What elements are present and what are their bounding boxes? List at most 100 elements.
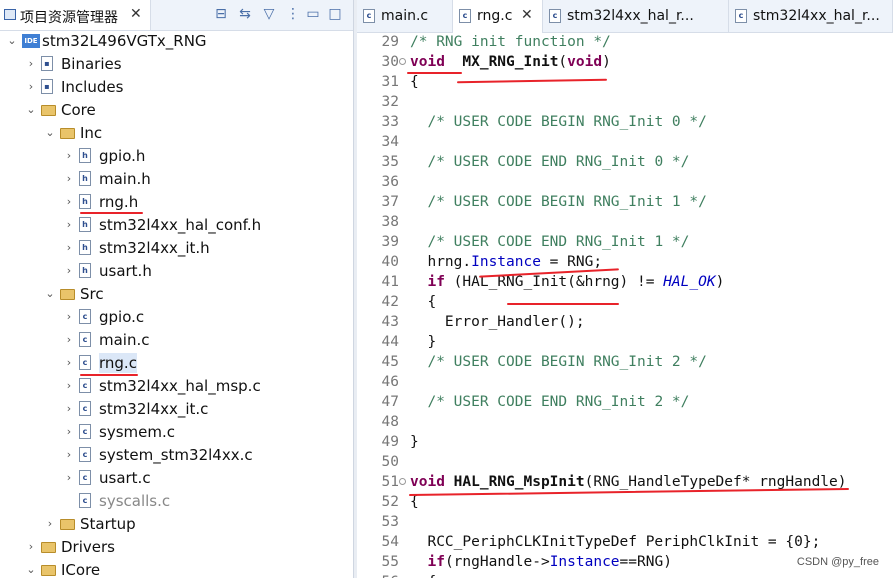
editor-tab-label: main.c <box>381 8 429 24</box>
chevron-right-icon[interactable]: › <box>63 448 75 462</box>
header-file-icon: h <box>79 194 95 210</box>
tree-item[interactable]: › c main.c <box>0 329 353 351</box>
tree-item[interactable]: ⌄ Src <box>0 283 353 305</box>
code-text: Error_Handler(); <box>410 314 585 330</box>
chevron-down-icon[interactable]: ⌄ <box>6 34 18 48</box>
tree-item[interactable]: › c stm32l4xx_it.c <box>0 398 353 420</box>
chevron-down-icon[interactable]: ⌄ <box>25 103 37 117</box>
code-text: { <box>410 572 436 578</box>
fold-toggle-icon[interactable] <box>399 58 406 65</box>
view-menu-icon[interactable]: ⋮ <box>284 5 302 23</box>
editor-tab[interactable]: c stm32l4xx_hal_r... <box>729 0 893 32</box>
tree-item[interactable]: › ▪ Includes <box>0 76 353 98</box>
tree-item-label: usart.c <box>99 469 151 487</box>
tree-item[interactable]: › h stm32l4xx_it.h <box>0 237 353 259</box>
chevron-right-icon[interactable]: › <box>63 264 75 278</box>
close-icon[interactable]: ✕ <box>130 6 142 22</box>
line-number: 47 <box>381 394 399 410</box>
line-number: 38 <box>381 214 399 230</box>
chevron-down-icon[interactable]: ⌄ <box>25 563 37 577</box>
code-line: 44 } <box>357 332 893 352</box>
chevron-right-icon[interactable]: › <box>25 80 37 94</box>
tree-item[interactable]: › h main.h <box>0 168 353 190</box>
close-icon[interactable]: ✕ <box>521 7 533 23</box>
editor-tab[interactable]: c main.c <box>357 0 453 32</box>
tree-item-label: main.h <box>99 170 151 188</box>
header-file-icon: h <box>79 148 95 164</box>
chevron-right-icon[interactable]: › <box>63 195 75 209</box>
code-text: } <box>410 334 437 350</box>
annotation-underline-hal-rng-init <box>507 303 619 305</box>
line-number: 37 <box>381 194 399 210</box>
tree-item[interactable]: › Drivers <box>0 536 353 558</box>
link-editor-icon[interactable]: ⇆ <box>236 5 254 23</box>
tree-item[interactable]: › h rng.h <box>0 191 353 213</box>
tree-item[interactable]: › c stm32l4xx_hal_msp.c <box>0 375 353 397</box>
tree-item[interactable]: › c sysmem.c <box>0 421 353 443</box>
filter-icon[interactable]: ▽ <box>260 5 278 23</box>
ide-project-icon: IDE <box>22 33 40 49</box>
maximize-icon[interactable]: □ <box>326 5 344 23</box>
tree-item[interactable]: ⌄ Core <box>0 99 353 121</box>
code-text: hrng.Instance = RNG; <box>410 254 603 270</box>
tree-item-label: gpio.h <box>99 147 146 165</box>
code-line: 38 <box>357 212 893 232</box>
chevron-right-icon[interactable]: › <box>25 540 37 554</box>
chevron-right-icon[interactable]: › <box>63 241 75 255</box>
chevron-right-icon[interactable]: › <box>63 471 75 485</box>
tree-item[interactable]: › h usart.h <box>0 260 353 282</box>
c-file-icon: c <box>79 470 95 486</box>
tree-item[interactable]: › c gpio.c <box>0 306 353 328</box>
chevron-right-icon[interactable]: › <box>25 57 37 71</box>
editor-tab[interactable]: c rng.c ✕ <box>453 0 543 33</box>
tree-item[interactable]: › ▪ Binaries <box>0 53 353 75</box>
code-line: 29 /* RNG init function */ <box>357 32 893 52</box>
chevron-down-icon[interactable]: ⌄ <box>44 287 56 301</box>
annotation-underline-rng-h <box>80 212 143 214</box>
fold-toggle-icon[interactable] <box>399 478 406 485</box>
tree-item[interactable]: › h stm32l4xx_hal_conf.h <box>0 214 353 236</box>
tree-item[interactable]: c syscalls.c <box>0 490 353 512</box>
line-number: 43 <box>381 314 399 330</box>
tree-item[interactable]: › c rng.c <box>0 352 353 374</box>
code-text: /* USER CODE END RNG_Init 2 */ <box>427 394 690 410</box>
header-file-icon: h <box>79 263 95 279</box>
folder-icon <box>41 562 57 578</box>
project-explorer-panel: 项目资源管理器 ✕ ⊟ ⇆ ▽ ⋮ ▭ □ ⌄ IDE stm32L496VGTx_… <box>0 0 353 578</box>
chevron-right-icon[interactable]: › <box>63 149 75 163</box>
header-file-icon: h <box>79 217 95 233</box>
tree-item[interactable]: › c usart.c <box>0 467 353 489</box>
chevron-right-icon[interactable]: › <box>63 333 75 347</box>
tab-project-explorer[interactable]: 项目资源管理器 ✕ <box>0 0 151 30</box>
tree-item[interactable]: › c system_stm32l4xx.c <box>0 444 353 466</box>
code-line: 33 /* USER CODE BEGIN RNG_Init 0 */ <box>357 112 893 132</box>
tree-item[interactable]: ⌄ IDE stm32L496VGTx_RNG <box>0 30 353 52</box>
chevron-right-icon[interactable]: › <box>63 172 75 186</box>
chevron-right-icon[interactable]: › <box>63 356 75 370</box>
chevron-right-icon[interactable]: › <box>63 425 75 439</box>
tree-item[interactable]: › Startup <box>0 513 353 535</box>
tree-item-label: usart.h <box>99 262 152 280</box>
tree-item-label: syscalls.c <box>99 492 171 510</box>
code-text: { <box>410 74 419 90</box>
editor-tab-label: rng.c <box>477 8 513 24</box>
editor-tab[interactable]: c stm32l4xx_hal_r... <box>543 0 729 32</box>
chevron-right-icon[interactable]: › <box>63 402 75 416</box>
chevron-right-icon[interactable]: › <box>44 517 56 531</box>
code-line: 31 { <box>357 72 893 92</box>
chevron-right-icon[interactable]: › <box>63 218 75 232</box>
tree-item[interactable]: › h gpio.h <box>0 145 353 167</box>
code-text: /* USER CODE BEGIN RNG_Init 1 */ <box>427 194 707 210</box>
c-file-icon: c <box>459 9 471 23</box>
folder-icon <box>41 539 57 555</box>
tree-item[interactable]: ⌄ ICore <box>0 559 353 578</box>
line-number: 45 <box>381 354 399 370</box>
collapse-all-icon[interactable]: ⊟ <box>212 5 230 23</box>
header-file-icon: h <box>79 171 95 187</box>
tree-item[interactable]: ⌄ Inc <box>0 122 353 144</box>
chevron-down-icon[interactable]: ⌄ <box>44 126 56 140</box>
minimize-icon[interactable]: ▭ <box>304 5 322 23</box>
chevron-right-icon[interactable]: › <box>63 310 75 324</box>
code-line: 32 <box>357 92 893 112</box>
chevron-right-icon[interactable]: › <box>63 379 75 393</box>
